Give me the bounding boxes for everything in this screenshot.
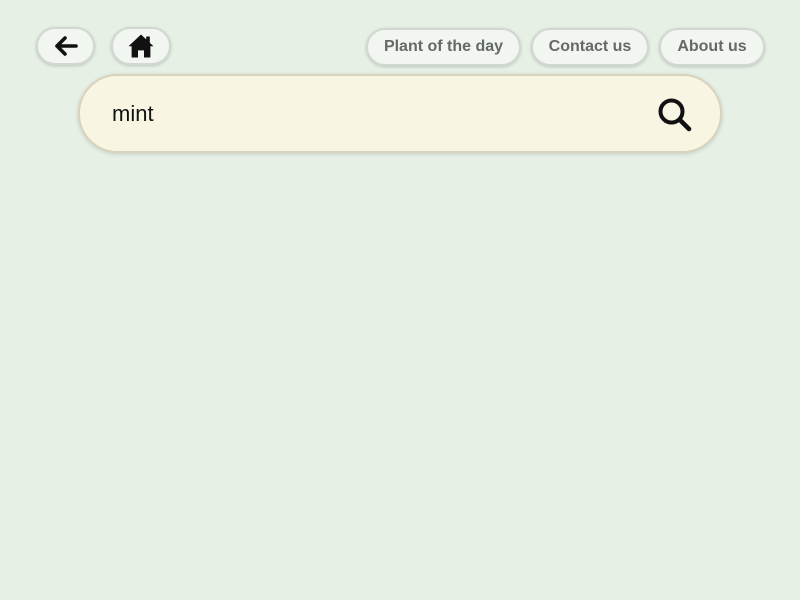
nav-label: Contact us <box>548 38 632 55</box>
home-button[interactable] <box>111 27 171 65</box>
search-bar <box>78 74 722 153</box>
search-icon[interactable] <box>657 97 693 133</box>
home-icon <box>128 34 154 58</box>
nav-label: Plant of the day <box>383 38 504 55</box>
nav-label: About us <box>677 38 747 55</box>
nav-plant-of-the-day-button[interactable]: Plant of the day <box>366 28 521 66</box>
left-arrow-icon <box>54 36 78 56</box>
search-input[interactable] <box>112 94 632 134</box>
back-button[interactable] <box>36 27 95 65</box>
nav-about-us-button[interactable]: About us <box>659 28 765 66</box>
nav-contact-us-button[interactable]: Contact us <box>531 28 649 66</box>
